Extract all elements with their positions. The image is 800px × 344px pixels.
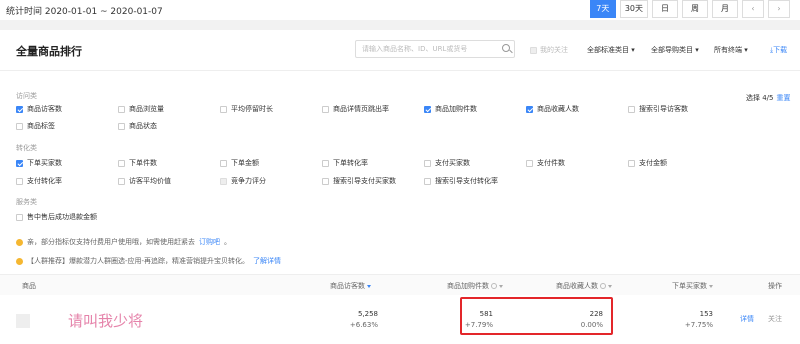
metric-checkbox[interactable]: 售中售后成功退款金额 <box>16 212 97 222</box>
metric-checkbox[interactable]: 商品加购件数 <box>424 104 477 114</box>
service-metrics-label: 服务类 <box>16 198 37 206</box>
paid-notice: 亲，部分指标仅支持付费用户使用哦，如需使用赶紧去 订购吧。 <box>16 237 231 247</box>
metric-checkbox[interactable]: 下单件数 <box>118 158 157 168</box>
metric-checkbox[interactable]: 搜索引导访客数 <box>628 104 688 114</box>
guide-category-dropdown[interactable]: 全部导购类目 ▾ <box>651 45 699 55</box>
date-range-label: 统计时间 2020-01-01 ~ 2020-01-07 <box>6 7 163 17</box>
metric-checkbox[interactable]: 支付转化率 <box>16 176 62 186</box>
col-product: 商品 <box>22 282 36 290</box>
col-buyers[interactable]: 下单买家数 <box>672 281 713 291</box>
followed-label: 我的关注 <box>540 46 568 54</box>
highlight-box <box>460 297 613 335</box>
metric-checkbox[interactable]: 下单买家数 <box>16 158 62 168</box>
product-thumbnail[interactable] <box>16 314 30 328</box>
col-visitors[interactable]: 商品访客数 <box>330 281 371 291</box>
details-link[interactable]: 详情 <box>740 314 754 324</box>
metric-checkbox[interactable]: 商品收藏人数 <box>526 104 579 114</box>
metric-checkbox[interactable]: 搜索引导支付转化率 <box>424 176 498 186</box>
search-placeholder: 请输入商品名称、ID、URL或货号 <box>362 45 468 53</box>
buyers-cell: 153 +7.75% <box>684 310 713 329</box>
selection-count: 选择 4/5 重置 <box>746 94 791 102</box>
metric-checkbox: 竞争力评分 <box>220 176 266 186</box>
help-icon <box>491 283 497 289</box>
metric-checkbox[interactable]: 商品浏览量 <box>118 104 164 114</box>
range-month-button[interactable]: 月 <box>712 0 738 18</box>
subscribe-link[interactable]: 订购吧 <box>199 237 220 247</box>
standard-category-dropdown[interactable]: 全部标准类目 ▾ <box>587 45 635 55</box>
metric-checkbox[interactable]: 支付件数 <box>526 158 565 168</box>
sort-icon <box>709 284 713 288</box>
metric-checkbox[interactable]: 商品状态 <box>118 121 157 131</box>
sort-icon <box>608 284 612 288</box>
table-row: 请叫我少将 5,258 +6.63% 581 +7.79% 228 0.00% 153… <box>0 296 800 344</box>
col-favorites[interactable]: 商品收藏人数 <box>556 281 612 291</box>
help-icon <box>600 283 606 289</box>
metric-checkbox[interactable]: 下单金额 <box>220 158 259 168</box>
page-title: 全量商品排行 <box>16 45 82 58</box>
table-header: 商品 商品访客数 商品加购件数 商品收藏人数 下单买家数 操作 <box>0 274 800 295</box>
col-cart-adds[interactable]: 商品加购件数 <box>447 281 503 291</box>
sort-icon <box>499 284 503 288</box>
range-7-days-button[interactable]: 7天 <box>589 0 616 18</box>
metric-checkbox[interactable]: 搜索引导支付买家数 <box>322 176 396 186</box>
product-name[interactable]: 请叫我少将 <box>68 310 143 331</box>
metric-checkbox[interactable]: 商品访客数 <box>16 104 62 114</box>
my-followed-toggle[interactable]: 我的关注 <box>530 45 568 55</box>
chevron-left-icon[interactable]: ‹ <box>742 0 764 18</box>
conversion-metrics-label: 转化类 <box>16 144 37 152</box>
top-bar: 统计时间 2020-01-01 ~ 2020-01-07 7天 30天 日 周 … <box>0 0 800 20</box>
metric-checkbox[interactable]: 下单转化率 <box>322 158 368 168</box>
range-30-days-button[interactable]: 30天 <box>619 0 648 18</box>
range-week-button[interactable]: 周 <box>682 0 708 18</box>
chevron-right-icon[interactable]: › <box>768 0 790 18</box>
search-icon[interactable] <box>502 44 510 52</box>
visit-metrics-label: 访问类 <box>16 92 37 100</box>
terminal-dropdown[interactable]: 所有终端 ▾ <box>714 45 748 55</box>
range-button-group: 7天 30天 日 周 月 ‹ › <box>589 0 790 18</box>
followed-checkbox[interactable] <box>530 46 537 54</box>
range-day-button[interactable]: 日 <box>652 0 678 18</box>
metric-checkbox[interactable]: 访客平均价值 <box>118 176 171 186</box>
visitors-cell: 5,258 +6.63% <box>349 310 378 329</box>
warning-icon <box>16 257 23 265</box>
col-actions: 操作 <box>768 282 782 290</box>
follow-link[interactable]: 关注 <box>768 314 782 324</box>
metric-checkbox[interactable]: 支付金额 <box>628 158 667 168</box>
sort-icon <box>367 284 371 288</box>
metric-checkbox[interactable]: 支付买家数 <box>424 158 470 168</box>
learn-more-link[interactable]: 了解详情 <box>253 256 281 266</box>
metric-checkbox[interactable]: 商品详情页跳出率 <box>322 104 389 114</box>
divider <box>0 70 800 71</box>
reset-button[interactable]: 重置 <box>777 94 791 102</box>
warning-icon <box>16 238 23 246</box>
metric-checkbox[interactable]: 商品标签 <box>16 121 55 131</box>
audience-notice: 【人群推荐】爆款潜力人群圈选-应用-再追踪，精准营销提升宝贝转化。 了解详情 <box>16 256 281 266</box>
search-input[interactable]: 请输入商品名称、ID、URL或货号 <box>355 40 515 58</box>
metric-checkbox[interactable]: 平均停留时长 <box>220 104 273 114</box>
download-button[interactable]: ⤓下载 <box>770 45 787 55</box>
